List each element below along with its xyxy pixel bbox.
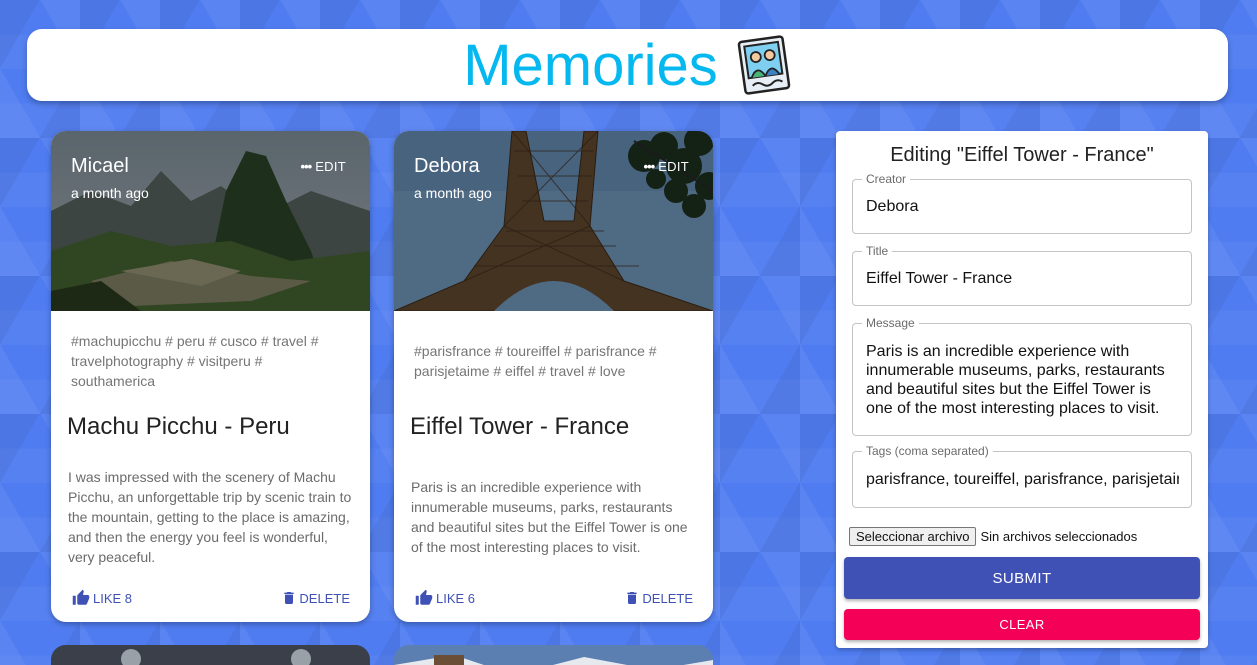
delete-button[interactable]: DELETE xyxy=(281,589,350,607)
choose-file-button[interactable]: Seleccionar archivo xyxy=(849,527,977,546)
post-card-partial xyxy=(394,645,713,665)
post-card: Debora a month ago ••• EDIT #parisfrance… xyxy=(394,131,713,622)
creator-value: Debora xyxy=(866,198,919,215)
title-field[interactable]: Title Eiffel Tower - France xyxy=(852,244,1192,306)
tags-field[interactable]: Tags (coma separated) parisfrance, toure… xyxy=(852,444,1192,508)
post-card-partial xyxy=(51,645,370,665)
post-tags: #parisfrance # toureiffel # parisfrance … xyxy=(414,343,657,379)
post-creator: Micael xyxy=(71,155,129,177)
trash-icon xyxy=(284,592,295,604)
file-input: Seleccionar archivo Sin archivos selecci… xyxy=(849,527,1137,546)
delete-label: DELETE xyxy=(642,590,693,606)
edit-label: EDIT xyxy=(658,159,689,174)
post-title: Machu Picchu - Peru xyxy=(67,413,290,440)
like-label: LIKE 8 xyxy=(93,590,133,606)
tags-label: Tags (coma separated) xyxy=(862,444,993,458)
card-actions: LIKE 6 DELETE xyxy=(414,589,693,607)
edit-post-form: Editing "Eiffel Tower - France" Creator … xyxy=(836,131,1208,648)
delete-button[interactable]: DELETE xyxy=(624,589,693,607)
app-title: Memories xyxy=(463,32,718,98)
post-tags: #machupicchu # peru # cusco # travel # t… xyxy=(71,333,319,389)
message-label: Message xyxy=(862,316,919,330)
post-message: I was impressed with the scenery of Mach… xyxy=(68,469,352,565)
form-heading: Editing "Eiffel Tower - France" xyxy=(890,144,1154,166)
thumb-up-icon xyxy=(415,589,433,605)
post-card: Micael a month ago ••• EDIT #machupicchu… xyxy=(51,131,370,622)
trash-icon xyxy=(627,592,638,604)
like-button[interactable]: LIKE 6 xyxy=(414,589,475,607)
message-value: Paris is an incredible experience with i… xyxy=(866,343,1165,417)
delete-label: DELETE xyxy=(299,590,350,606)
edit-label: EDIT xyxy=(315,159,346,174)
like-label: LIKE 6 xyxy=(436,590,476,606)
app-bar: Memories xyxy=(27,29,1228,101)
thumb-up-icon xyxy=(72,589,90,605)
file-status: Sin archivos seleccionados xyxy=(980,529,1138,544)
post-time: a month ago xyxy=(71,185,149,201)
post-message: Paris is an incredible experience with i… xyxy=(411,479,688,555)
post-title: Eiffel Tower - France xyxy=(410,413,630,440)
card-actions: LIKE 8 DELETE xyxy=(71,589,350,607)
message-field[interactable]: Message Paris is an incredible experienc… xyxy=(852,316,1192,436)
title-label: Title xyxy=(862,244,893,258)
submit-button[interactable]: SUBMIT xyxy=(844,557,1200,599)
more-horizontal-icon: ••• xyxy=(300,159,313,174)
memories-photo-icon xyxy=(736,35,792,95)
like-button[interactable]: LIKE 8 xyxy=(71,589,132,607)
post-time: a month ago xyxy=(414,185,492,201)
clear-button[interactable]: CLEAR xyxy=(844,609,1200,640)
creator-field[interactable]: Creator Debora xyxy=(852,172,1192,234)
title-value: Eiffel Tower - France xyxy=(866,270,1013,287)
tags-value: parisfrance, toureiffel, parisfrance, pa… xyxy=(866,471,1179,488)
more-horizontal-icon: ••• xyxy=(643,159,656,174)
post-image-eiffel-tower: Debora a month ago ••• EDIT xyxy=(394,131,713,311)
post-image-machu-picchu: Micael a month ago ••• EDIT xyxy=(51,131,370,311)
edit-button[interactable]: ••• EDIT xyxy=(644,159,689,174)
post-creator: Debora xyxy=(414,155,480,177)
creator-label: Creator xyxy=(862,172,911,186)
edit-button[interactable]: ••• EDIT xyxy=(301,159,346,174)
